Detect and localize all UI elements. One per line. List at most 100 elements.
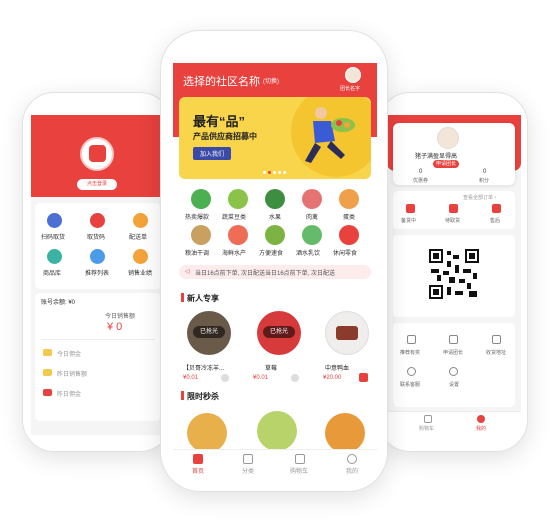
tab-me[interactable]: 我的 — [346, 466, 358, 475]
add-cart-icon[interactable] — [359, 373, 368, 382]
pickup-icon[interactable] — [449, 204, 458, 213]
notice-bar: ◁ 当日16点前下单, 次日配送当日16点前下单, 次日配送 — [179, 265, 371, 279]
drinks-icon[interactable] — [302, 225, 322, 245]
order-status-label: 备货中 — [401, 218, 417, 224]
switch-link[interactable]: (切换) — [263, 76, 279, 85]
product-price: ¥0.01 — [183, 375, 199, 381]
category-label[interactable]: 休闲零食 — [333, 248, 357, 257]
notice-text: 当日16点前下单, 次日配送当日16点前下单, 次日配送 — [195, 271, 336, 277]
category-label[interactable]: 热卖爆款 — [185, 212, 209, 221]
add-cart-icon[interactable] — [221, 374, 229, 382]
home-icon[interactable] — [193, 454, 203, 464]
meat-icon[interactable] — [302, 189, 322, 209]
tab-home[interactable]: 首页 — [192, 466, 204, 475]
flash-product-image[interactable] — [187, 413, 227, 453]
stat-label: 昨日销售额 — [57, 372, 88, 378]
qr-code-icon[interactable] — [429, 249, 479, 299]
category-label[interactable]: 蛋类 — [343, 212, 355, 221]
category-icon[interactable] — [243, 454, 253, 464]
profile-card: 猪子满盈显得高 申请团长 0 优惠券 0 积分 — [393, 123, 515, 185]
add-cart-icon[interactable] — [291, 374, 299, 382]
vegetable-icon[interactable] — [228, 189, 248, 209]
coins-icon — [43, 369, 52, 376]
code-icon[interactable] — [90, 213, 105, 228]
goods-icon[interactable] — [47, 249, 62, 264]
login-button[interactable]: 点击登录 — [77, 179, 117, 190]
recommend-icon[interactable] — [90, 249, 105, 264]
seafood-icon[interactable] — [228, 225, 248, 245]
user-icon[interactable] — [477, 415, 485, 423]
center-phone: 选择的社区名称 (切换) 团长名字 最有“品” 产品供应商招募中 加入我们 热卖… — [160, 30, 388, 492]
category-label[interactable]: 蔬菜豆类 — [222, 212, 246, 221]
egg-icon[interactable] — [339, 189, 359, 209]
grain-oil-icon[interactable] — [191, 225, 211, 245]
orders-card: 查看全部订单 › 备货中 待取货 售后 — [393, 191, 515, 229]
after-sale-icon[interactable] — [492, 204, 501, 213]
hot-icon[interactable] — [191, 189, 211, 209]
category-label[interactable]: 海鲜水产 — [222, 248, 246, 257]
piggy-icon — [43, 389, 52, 396]
instant-food-icon[interactable] — [265, 225, 285, 245]
duck-blood-dish — [336, 326, 358, 340]
dot-active — [268, 171, 271, 174]
promo-banner[interactable]: 最有“品” 产品供应商招募中 加入我们 — [179, 97, 371, 179]
category-label[interactable]: 酒水乳饮 — [296, 248, 320, 257]
scan-icon[interactable] — [47, 213, 62, 228]
points-label[interactable]: 积分 — [479, 177, 489, 184]
settings-icon[interactable] — [449, 367, 458, 376]
tab-cart[interactable]: 购物车 — [419, 425, 434, 432]
wallet-icon — [43, 349, 52, 356]
new-user-section-title: 新人专享 — [187, 294, 219, 303]
megaphone-icon: ◁ — [185, 269, 190, 275]
coupon-label[interactable]: 优惠券 — [413, 177, 428, 184]
leader-center-screen: 点击登录 扫码取货 取货码 配送单 商品库 推荐列表 销售业绩 账号余额: ¥0… — [31, 115, 165, 435]
fruit-icon[interactable] — [265, 189, 285, 209]
delivery-icon[interactable] — [133, 213, 148, 228]
grid-label: 销售业绩 — [128, 271, 153, 277]
apply-icon[interactable] — [449, 335, 458, 344]
category-label[interactable]: 方便速食 — [259, 248, 283, 257]
cart-icon[interactable] — [424, 415, 432, 423]
user-icon[interactable] — [347, 454, 357, 464]
leader-avatar[interactable] — [345, 67, 361, 83]
product-image[interactable]: 已抢光 — [257, 311, 301, 355]
avatar[interactable] — [80, 137, 114, 171]
tab-cart[interactable]: 购物车 — [290, 466, 308, 475]
product-image[interactable]: 已抢光 — [187, 311, 231, 355]
product-image[interactable] — [325, 311, 369, 355]
stat-label: 昨日佣金 — [57, 392, 82, 398]
category-label[interactable]: 水果 — [269, 212, 281, 221]
customer-service-icon[interactable] — [407, 367, 416, 376]
category-label[interactable]: 粮油干调 — [185, 248, 209, 257]
leader-name: 团长名字 — [340, 86, 361, 92]
cart-icon[interactable] — [295, 454, 305, 464]
banner-subline: 产品供应商招募中 — [193, 132, 257, 141]
address-icon[interactable] — [492, 335, 501, 344]
join-button[interactable]: 加入我们 — [193, 147, 232, 160]
section-marker — [181, 391, 184, 400]
banner-headline: 最有“品” — [193, 114, 246, 129]
dot — [273, 171, 276, 174]
category-label[interactable]: 肉禽 — [306, 212, 318, 221]
flash-product-image[interactable] — [325, 413, 365, 453]
flash-product-image[interactable] — [257, 411, 297, 451]
service-label: 推荐有奖 — [400, 350, 421, 356]
community-title[interactable]: 选择的社区名称 — [183, 73, 260, 89]
stat-label: 今日佣金 — [57, 352, 82, 358]
today-sales-label: 今日销售额 — [105, 314, 136, 320]
gift-icon[interactable] — [407, 335, 416, 344]
all-orders-link[interactable]: 查看全部订单 › — [463, 194, 496, 201]
sales-icon[interactable] — [133, 249, 148, 264]
user-icon — [89, 145, 106, 162]
snack-icon[interactable] — [339, 225, 359, 245]
avatar[interactable] — [437, 127, 459, 149]
tab-me[interactable]: 我的 — [476, 425, 486, 432]
product-name[interactable]: 【贝哥冷冻羊... — [183, 363, 224, 372]
tab-category[interactable]: 分类 — [242, 466, 254, 475]
apply-leader-tag[interactable]: 申请团长 — [433, 160, 460, 168]
product-name[interactable]: 草莓 — [265, 363, 277, 372]
tab-bar: 购物车 我的 — [387, 411, 521, 435]
product-name[interactable]: 中意鸭血 — [325, 363, 349, 372]
package-icon[interactable] — [406, 204, 415, 213]
grid-label: 商品库 — [43, 271, 62, 277]
